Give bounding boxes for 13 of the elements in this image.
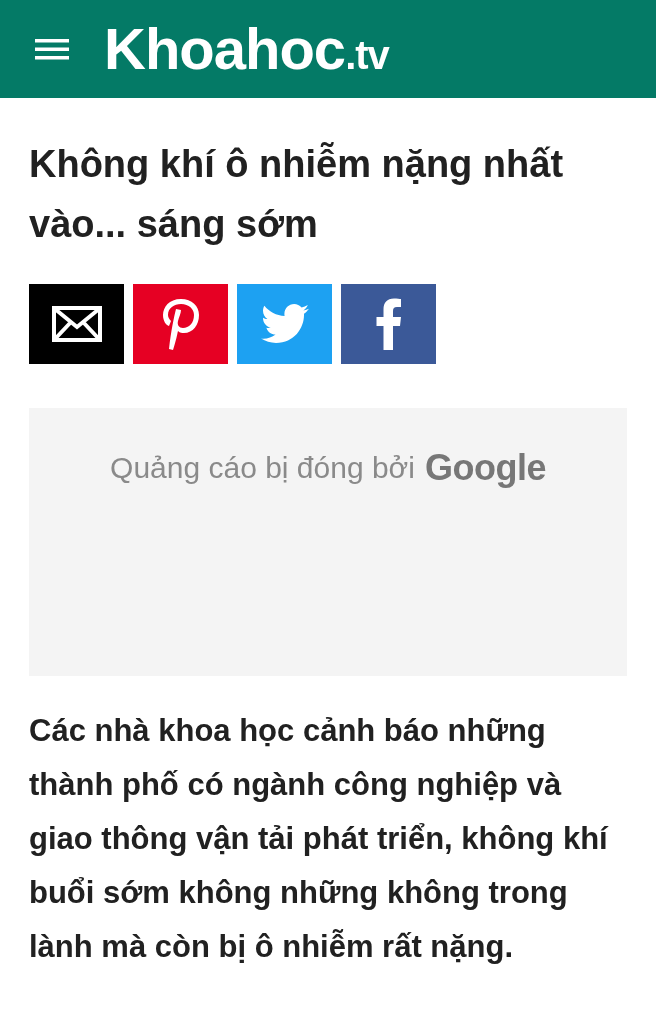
facebook-share-button[interactable]: [341, 284, 436, 364]
menu-icon[interactable]: [35, 37, 69, 61]
ad-brand: Google: [424, 448, 546, 488]
envelope-icon: [51, 306, 102, 342]
article-title: Không khí ô nhiễm nặng nhất vào... sáng sớm: [29, 141, 565, 247]
article-lead: Các nhà khoa học cảnh báo những thành phố có ngành công nghiệp và giao thông vận tải phát triển, không khí buổi sớm không những không trong lành mà còn bị ô nhiễm rất nặng.: [29, 712, 610, 966]
facebook-icon: [375, 298, 402, 350]
twitter-share-button[interactable]: [237, 284, 332, 364]
pinterest-share-button[interactable]: [133, 284, 228, 364]
ad-closed-message: Quảng cáo bị đóng bởi: [110, 450, 415, 486]
pinterest-icon: [160, 297, 201, 351]
site-logo[interactable]: Khoahoc.tv: [104, 20, 389, 78]
email-share-button[interactable]: [29, 284, 124, 364]
